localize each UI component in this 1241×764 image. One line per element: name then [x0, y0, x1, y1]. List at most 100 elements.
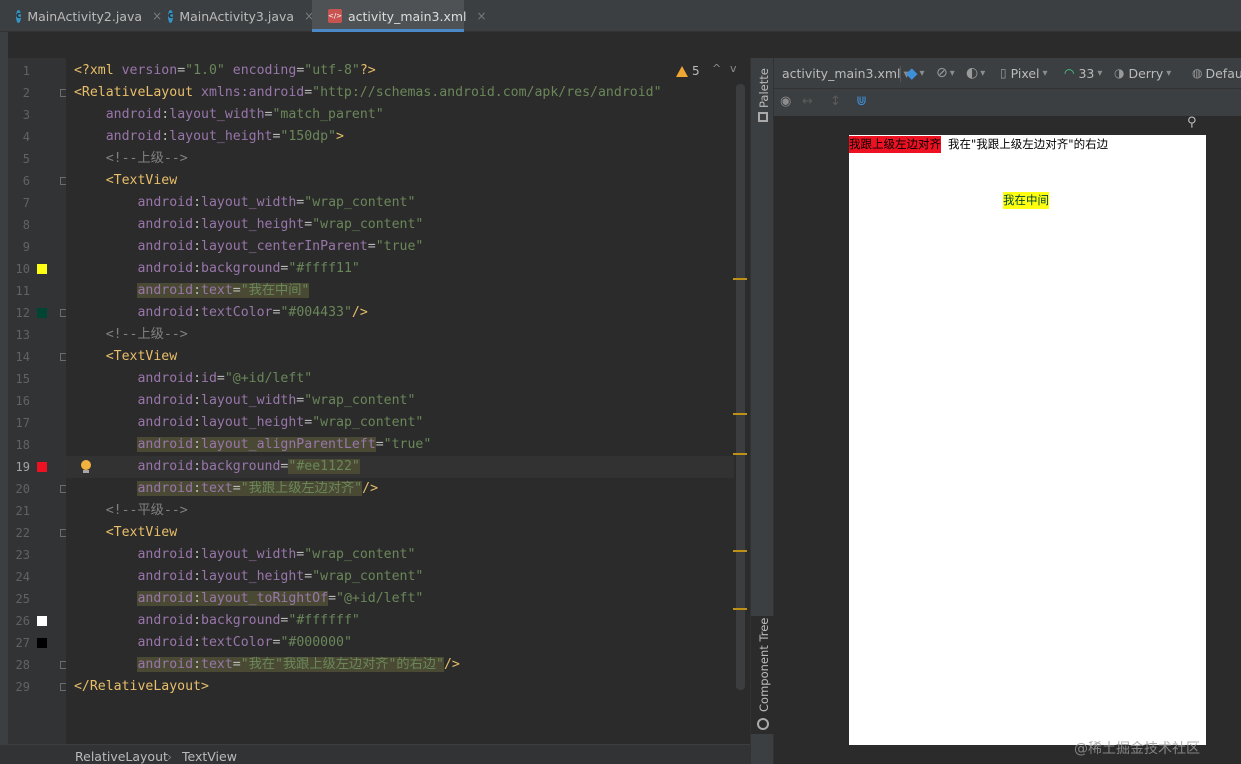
vertical-resize-icon[interactable]: ↕ — [830, 94, 841, 109]
code-line[interactable]: <RelativeLayout xmlns:android="http://sc… — [66, 82, 734, 104]
code-token: android — [137, 481, 194, 496]
code-line[interactable]: </RelativeLayout> — [66, 676, 734, 698]
code-token: : — [193, 195, 202, 210]
device-selector[interactable]: ▯ Pixel ▾ — [1000, 58, 1048, 88]
code-line[interactable]: android:layout_width="match_parent" — [66, 104, 734, 126]
code-line[interactable]: android:layout_height="wrap_content" — [66, 412, 734, 434]
color-swatch-icon[interactable] — [37, 308, 47, 318]
file-selector[interactable]: activity_main3.xml ▾ — [782, 58, 910, 88]
tab-activity-main3-xml[interactable]: </> activity_main3.xml × — [312, 0, 487, 32]
code-editor[interactable]: <?xml version="1.0" encoding="utf-8"?> <… — [66, 58, 748, 744]
close-icon[interactable]: × — [477, 9, 487, 23]
line-number: 3 — [22, 108, 30, 122]
intention-bulb-icon[interactable] — [80, 460, 92, 474]
tab-mainactivity2[interactable]: c MainActivity2.java × — [0, 0, 162, 32]
error-stripe-mark[interactable] — [733, 413, 747, 415]
code-line[interactable]: android:layout_centerInParent="true" — [66, 236, 734, 258]
code-line[interactable]: android:layout_height="wrap_content" — [66, 214, 734, 236]
code-line[interactable]: <!--上级--> — [66, 324, 734, 346]
code-token: "wrap_content" — [304, 195, 416, 210]
error-stripe-mark[interactable] — [733, 278, 747, 280]
code-line[interactable]: <TextView — [66, 522, 734, 544]
palette-toggle[interactable]: Palette — [751, 58, 775, 128]
code-line[interactable]: android:layout_toRightOf="@+id/left" — [66, 588, 734, 610]
code-line[interactable]: android:background="#ee1122" — [66, 456, 734, 478]
error-stripe-mark[interactable] — [733, 550, 747, 552]
breadcrumb-relativelayout[interactable]: RelativeLayout — [75, 749, 168, 764]
code-line[interactable]: android:text="我在"我跟上级左边对齐"的右边"/> — [66, 654, 734, 676]
chevron-up-icon[interactable]: ^ — [712, 62, 721, 75]
night-mode-button[interactable]: ◐ ▾ — [966, 58, 985, 88]
code-line[interactable]: android:textColor="#000000" — [66, 632, 734, 654]
eye-icon[interactable]: ◉ — [780, 94, 791, 109]
code-token: layout_height — [169, 129, 273, 144]
code-token: : — [193, 217, 202, 232]
inspection-warnings[interactable]: 5 — [676, 62, 700, 80]
color-swatch-icon[interactable] — [37, 264, 47, 274]
code-line[interactable]: android:text="我在中间" — [66, 280, 734, 302]
color-swatch-icon[interactable] — [37, 616, 47, 626]
component-tree-toggle[interactable]: Component Tree — [751, 616, 775, 734]
code-line[interactable]: <!--上级--> — [66, 148, 734, 170]
code-line[interactable]: android:background="#ffff11" — [66, 258, 734, 280]
color-swatch-icon[interactable] — [37, 638, 47, 648]
toolbar-divider — [900, 66, 901, 82]
code-line[interactable]: <TextView — [66, 346, 734, 368]
code-line[interactable]: <?xml version="1.0" encoding="utf-8"?> — [66, 60, 734, 82]
code-token: layout_centerInParent — [201, 239, 368, 254]
code-line[interactable]: android:textColor="#004433"/> — [66, 302, 734, 324]
breadcrumb-textview[interactable]: TextView — [182, 749, 237, 764]
preview-textview-right[interactable]: 我在"我跟上级左边对齐"的右边 — [948, 136, 1109, 153]
tab-label: activity_main3.xml — [348, 8, 467, 24]
code-token: android — [137, 547, 194, 562]
code-line[interactable]: android:layout_width="wrap_content" — [66, 192, 734, 214]
code-line[interactable]: android:layout_height="150dp"> — [66, 126, 734, 148]
java-class-icon: c — [16, 9, 22, 23]
code-token: <? — [73, 63, 90, 78]
gutter-line: 24 — [8, 566, 66, 588]
design-surface-button[interactable]: ◆ ▾ — [906, 58, 925, 88]
locale-selector[interactable]: ◍ Defau — [1192, 58, 1241, 88]
code-line[interactable]: <!--平级--> — [66, 500, 734, 522]
color-swatch-icon[interactable] — [37, 462, 47, 472]
code-line[interactable]: android:layout_width="wrap_content" — [66, 390, 734, 412]
api-label: 33 — [1078, 65, 1095, 81]
magnet-icon[interactable]: ⋓ — [856, 94, 867, 109]
preview-textview-center[interactable]: 我在中间 — [1003, 192, 1049, 209]
gutter-line: 9 — [8, 236, 66, 258]
wrench-icon[interactable]: ⚲ — [1187, 115, 1197, 130]
tab-mainactivity3[interactable]: c MainActivity3.java × — [152, 0, 314, 32]
editor-scrollbar[interactable] — [736, 84, 745, 690]
code-line[interactable]: android:layout_width="wrap_content" — [66, 544, 734, 566]
code-line[interactable]: android:id="@+id/left" — [66, 368, 734, 390]
horizontal-resize-icon[interactable]: ↔ — [802, 94, 813, 109]
code-line[interactable]: android:layout_alignParentLeft="true" — [66, 434, 734, 456]
error-stripe-mark[interactable] — [733, 608, 747, 610]
code-line[interactable]: android:background="#ffffff" — [66, 610, 734, 632]
theme-selector[interactable]: ◑ Derry ▾ — [1114, 58, 1171, 88]
code-line[interactable]: android:text="我跟上级左边对齐"/> — [66, 478, 734, 500]
code-token: "@+id/left" — [336, 591, 424, 606]
gutter-line: 20 — [8, 478, 68, 500]
tab-label: MainActivity2.java — [27, 8, 143, 24]
code-token: "#ee1122" — [288, 459, 360, 474]
error-stripe-mark[interactable] — [733, 453, 747, 455]
code-token: : — [193, 547, 202, 562]
code-token: : — [193, 459, 202, 474]
orientation-button[interactable]: ⊘ ▾ — [936, 58, 955, 88]
code-line[interactable]: <TextView — [66, 170, 734, 192]
code-token: "#004433" — [280, 305, 352, 320]
code-line[interactable]: android:layout_height="wrap_content" — [66, 566, 734, 588]
chevron-down-icon[interactable]: v — [730, 62, 737, 75]
preview-textview-left[interactable]: 我跟上级左边对齐 — [849, 136, 941, 153]
api-selector[interactable]: ◠ 33 ▾ — [1064, 58, 1102, 88]
code-token: android — [137, 635, 194, 650]
code-token: layout_width — [169, 107, 265, 122]
